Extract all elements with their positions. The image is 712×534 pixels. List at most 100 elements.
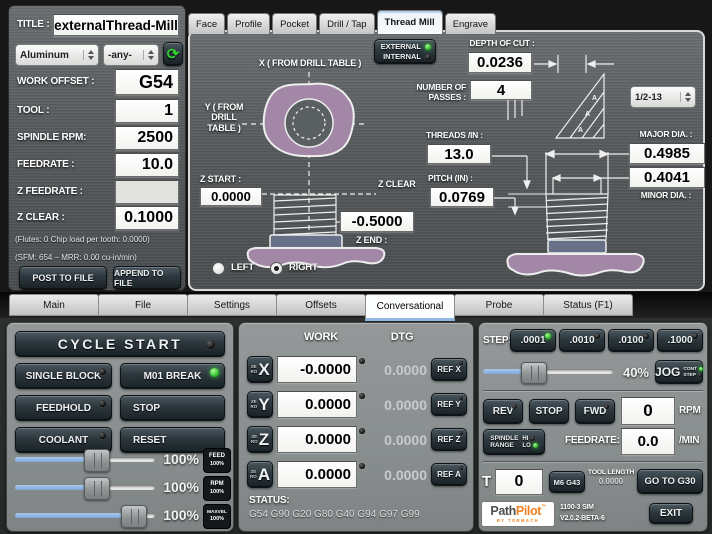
right-radio[interactable]: RIGHT: [270, 262, 318, 275]
feed-100-button[interactable]: FEED 100%: [203, 448, 231, 473]
axis-a-zero-button[interactable]: ZERO A: [247, 461, 273, 488]
tab-probe[interactable]: Probe: [454, 294, 544, 316]
feedrate-input[interactable]: 10.0: [115, 153, 179, 177]
tab-settings[interactable]: Settings: [187, 294, 277, 316]
spindle-range-button[interactable]: SPINDLE RANGE HI LO: [483, 429, 545, 455]
tab-engrave[interactable]: Engrave: [445, 13, 496, 34]
spindle-rev-button[interactable]: REV: [483, 399, 523, 424]
major-dia-input[interactable]: 0.4985: [629, 143, 705, 164]
minor-dia-input[interactable]: 0.4041: [629, 167, 705, 188]
depth-of-cut-input[interactable]: 0.0236: [468, 52, 532, 73]
ref-a-button[interactable]: REF A: [431, 463, 467, 486]
left-radio-label: LEFT: [231, 263, 254, 274]
z-start-label: Z START :: [200, 174, 241, 184]
tab-main[interactable]: Main: [9, 294, 99, 316]
right-radio-label: RIGHT: [289, 263, 318, 274]
threads-per-inch-input[interactable]: 13.0: [427, 144, 491, 164]
ref-z-button[interactable]: REF Z: [431, 428, 467, 451]
coolant-led-icon: [99, 432, 106, 439]
cycle-control-panel: CYCLE START SINGLE BLOCK M01 BREAK FEEDH…: [6, 322, 234, 532]
step-0010-button[interactable]: .0010: [559, 329, 605, 352]
single-block-button[interactable]: SINGLE BLOCK: [15, 363, 112, 389]
post-to-file-button[interactable]: POST TO FILE: [19, 266, 107, 290]
tab-thread-mill[interactable]: Thread Mill: [377, 10, 443, 34]
jog-speed-slider[interactable]: [483, 369, 613, 374]
tab-pocket[interactable]: Pocket: [272, 13, 317, 34]
svg-text:A: A: [578, 127, 583, 134]
rpm-100-button[interactable]: RPM 100%: [203, 476, 231, 501]
maxvel-100-button[interactable]: MAXVEL 100%: [203, 504, 231, 529]
axis-z-zero-button[interactable]: ZERO Z: [247, 426, 273, 453]
dtg-x-value: 0.0000: [365, 362, 427, 378]
tab-offsets[interactable]: Offsets: [276, 294, 366, 316]
spindle-lo-led-icon: [533, 443, 538, 448]
tab-profile[interactable]: Profile: [227, 13, 270, 34]
ref-y-button[interactable]: REF Y: [431, 393, 467, 416]
feedrate-unit-label: /MIN: [679, 435, 699, 447]
dro-x-input[interactable]: -0.0000: [277, 356, 357, 383]
ref-x-button[interactable]: REF X: [431, 358, 467, 381]
spindle-rpm-readout[interactable]: 0: [621, 397, 675, 425]
cycle-start-button[interactable]: CYCLE START: [15, 331, 225, 357]
dro-y-input[interactable]: 0.0000: [277, 391, 357, 418]
z-end-input[interactable]: -0.5000: [340, 211, 414, 232]
material-select[interactable]: Aluminum: [15, 44, 99, 66]
feedhold-button[interactable]: FEEDHOLD: [15, 395, 112, 421]
jog-speed-handle[interactable]: [521, 362, 547, 384]
z-feedrate-input[interactable]: [115, 180, 179, 204]
tool-filter-select[interactable]: -any-: [103, 44, 159, 66]
step-1000-button[interactable]: .1000: [657, 329, 703, 352]
step-0100-button[interactable]: .0100: [608, 329, 654, 352]
thread-size-select[interactable]: 1/2-13: [630, 86, 696, 108]
single-block-label: SINGLE BLOCK: [26, 371, 102, 382]
axis-x-zero-button[interactable]: ZERO X: [247, 356, 273, 383]
jog-speed-value: 40%: [615, 365, 649, 380]
refresh-button[interactable]: ⟳: [163, 42, 183, 66]
tab-face[interactable]: Face: [188, 13, 225, 34]
spindle-stop-button[interactable]: STOP: [529, 399, 569, 424]
minor-dia-label: MINOR DIA. :: [627, 191, 705, 201]
dro-z-input[interactable]: 0.0000: [277, 426, 357, 453]
dtg-header: DTG: [377, 331, 427, 344]
radio-icon[interactable]: [270, 262, 283, 275]
ref-x-label: REF X: [437, 365, 461, 374]
go-to-g30-button[interactable]: GO TO G30: [637, 469, 703, 494]
z-clear-input[interactable]: 0.1000: [115, 206, 179, 230]
major-dia-label: MAJOR DIA. :: [627, 130, 705, 140]
jog-mode-button[interactable]: JOG CONT STEP: [655, 360, 703, 384]
job-settings-panel: TITLE : externalThread-Mill Aluminum -an…: [8, 5, 186, 291]
tab-file[interactable]: File: [98, 294, 188, 316]
stop-button[interactable]: STOP: [120, 395, 225, 421]
maxvel-override-handle[interactable]: [121, 505, 147, 528]
rev-led-icon: [512, 404, 517, 409]
left-radio[interactable]: LEFT: [212, 262, 254, 275]
dro-a-input[interactable]: 0.0000: [277, 461, 357, 488]
logo-tm: ™: [541, 504, 546, 510]
radio-icon[interactable]: [212, 262, 225, 275]
spindle-rpm-input[interactable]: 2500: [115, 126, 179, 150]
number-of-passes-input[interactable]: 4: [470, 80, 532, 100]
step-0001-button[interactable]: .0001: [510, 329, 556, 352]
tool-input[interactable]: 1: [115, 99, 179, 123]
exit-button[interactable]: EXIT: [649, 503, 693, 524]
tab-conversational[interactable]: Conversational: [365, 294, 455, 321]
ref-x-led-icon: [459, 361, 463, 365]
dtg-z-value: 0.0000: [365, 432, 427, 448]
tool-number-input[interactable]: 0: [495, 469, 543, 495]
rpm-override-handle[interactable]: [84, 477, 110, 500]
title-input[interactable]: externalThread-Mill: [53, 14, 179, 36]
spindle-fwd-button[interactable]: FWD: [575, 399, 615, 424]
dtg-y-value: 0.0000: [365, 397, 427, 413]
tab-status[interactable]: Status (F1): [543, 294, 633, 316]
tab-drill-tap[interactable]: Drill / Tap: [319, 13, 374, 34]
work-offset-input[interactable]: G54: [115, 69, 179, 95]
pitch-input[interactable]: 0.0769: [430, 187, 494, 207]
z-start-input[interactable]: 0.0000: [200, 187, 262, 206]
m01-break-button[interactable]: M01 BREAK: [120, 363, 225, 389]
m6-g43-button[interactable]: M6 G43: [549, 471, 585, 493]
append-to-file-button[interactable]: APPEND TO FILE: [113, 266, 181, 290]
jog-feedrate-input[interactable]: 0.0: [621, 428, 675, 455]
x-from-drill-table-label: X ( FROM DRILL TABLE ): [230, 58, 390, 68]
axis-y-zero-button[interactable]: ZERO Y: [247, 391, 273, 418]
feed-override-handle[interactable]: [84, 449, 110, 472]
